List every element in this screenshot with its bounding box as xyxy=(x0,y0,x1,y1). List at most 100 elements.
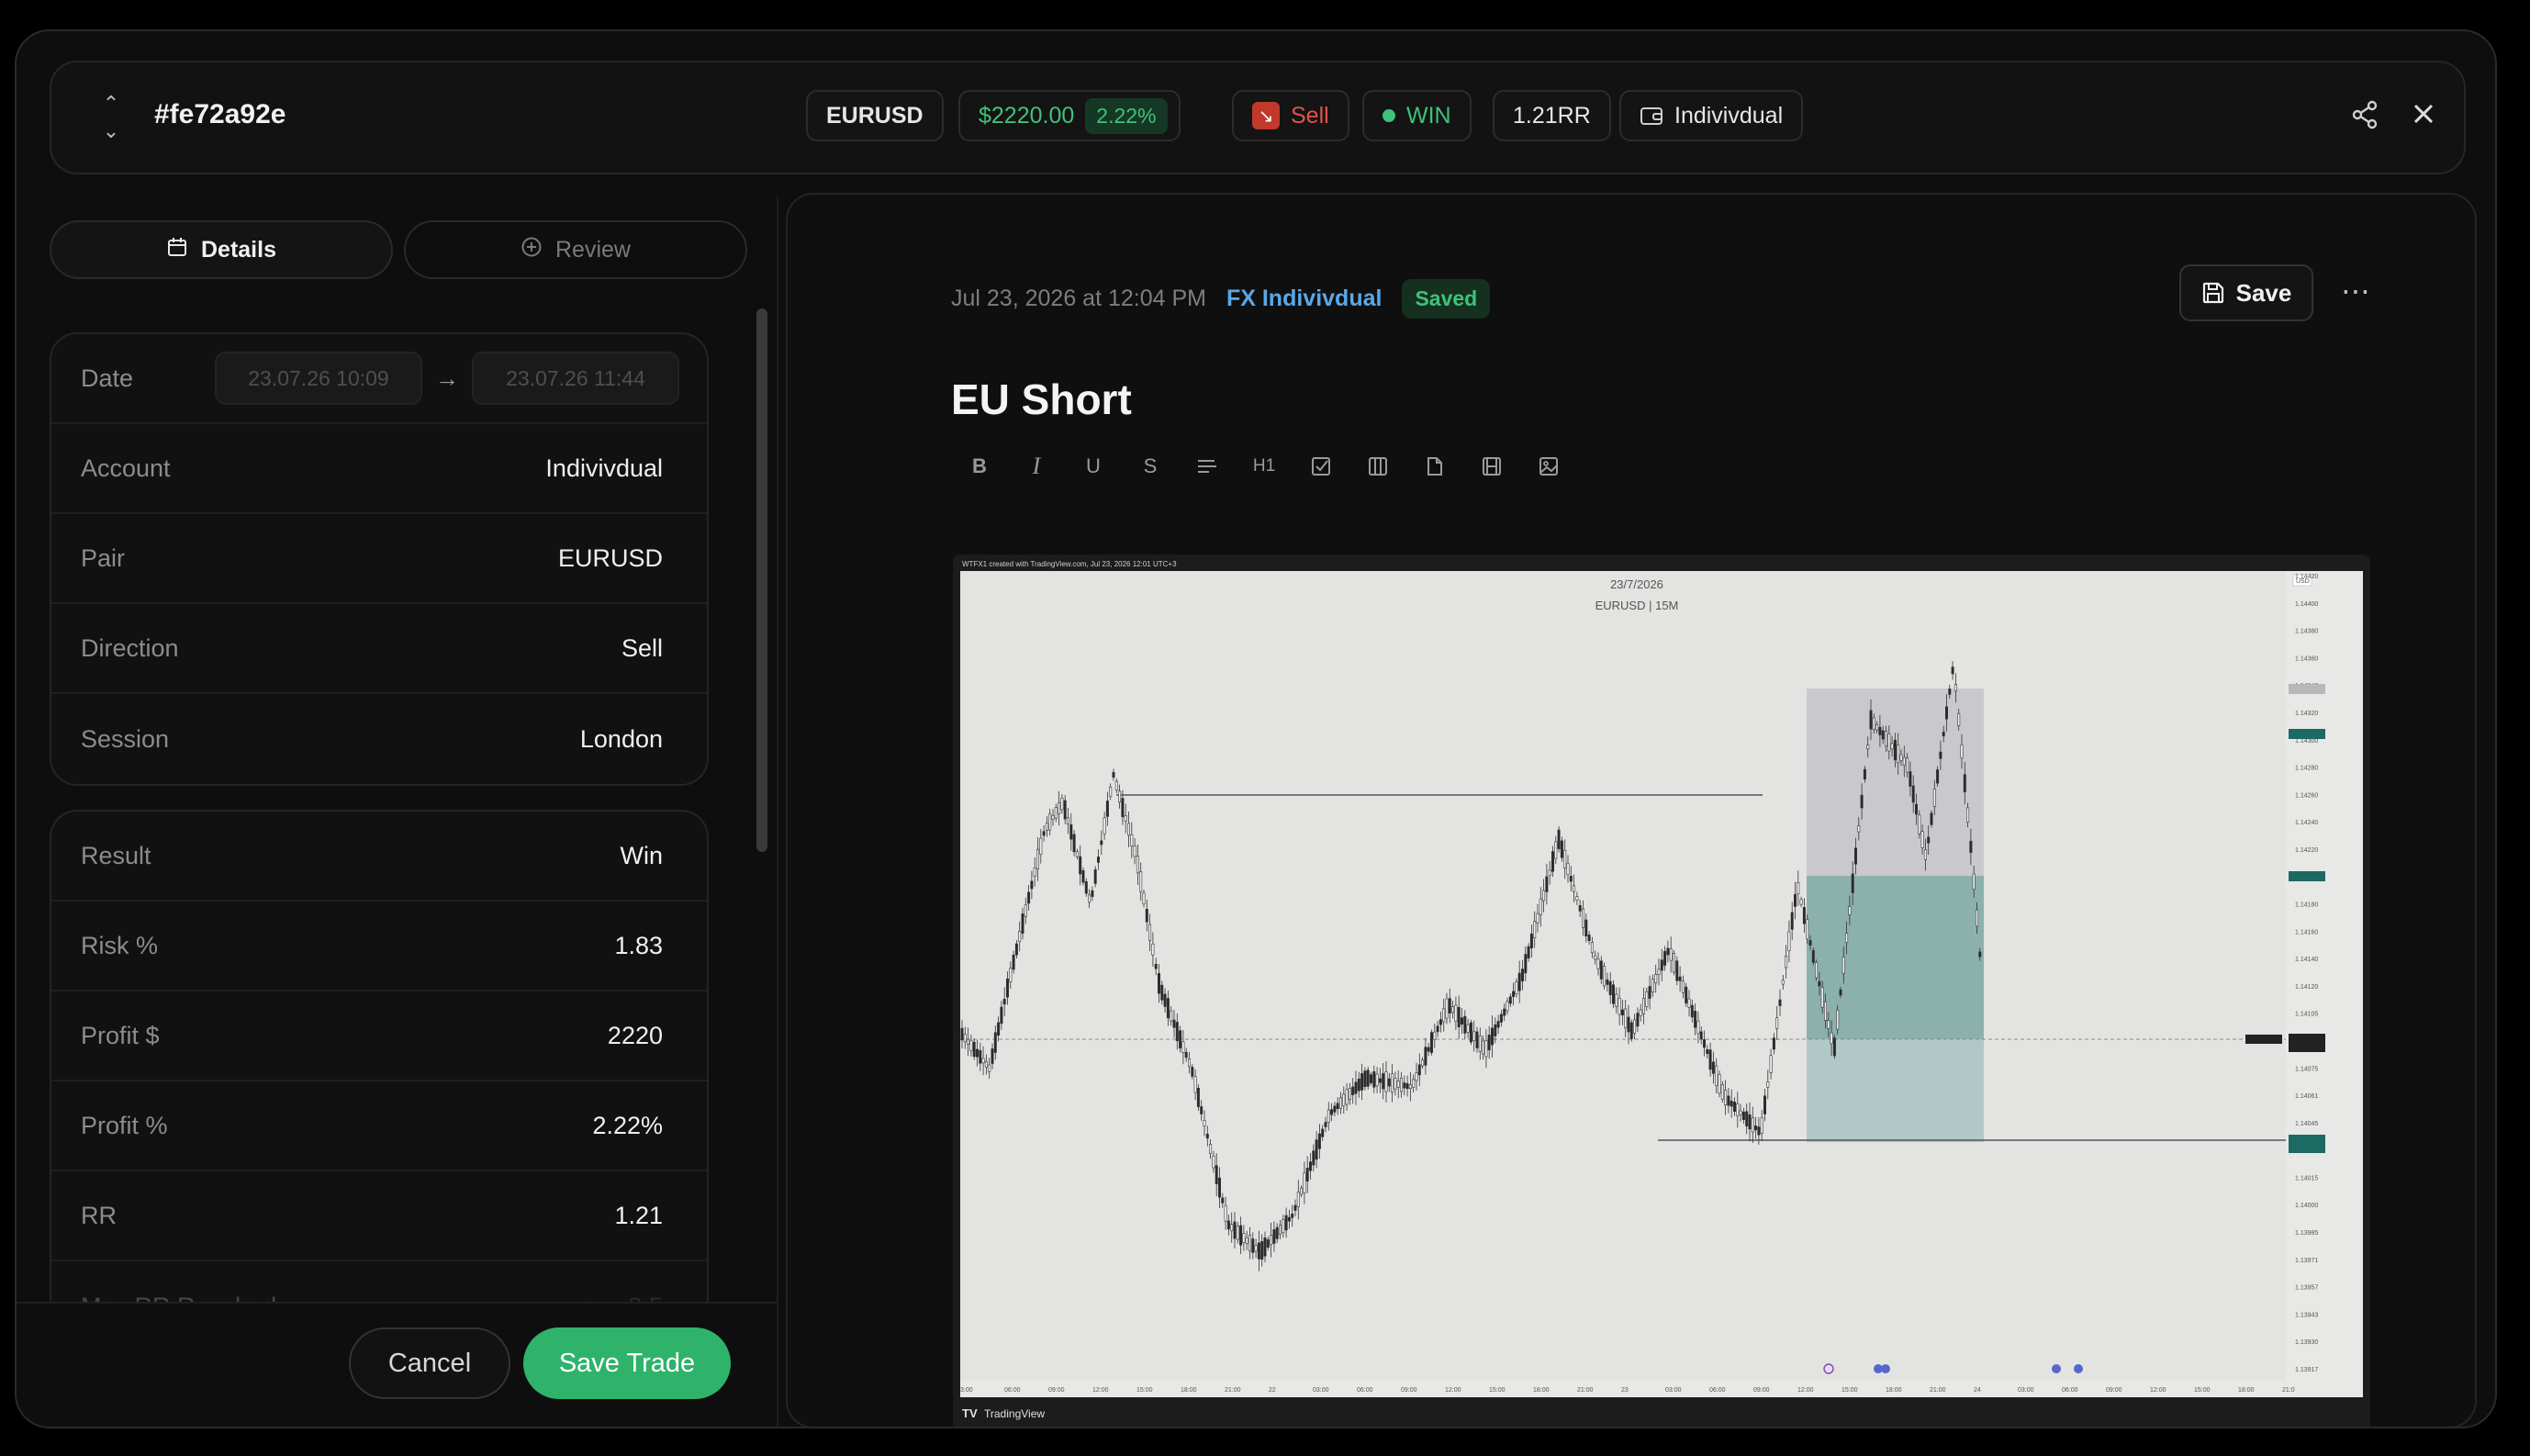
candle-body xyxy=(1130,834,1134,846)
candle-body xyxy=(1629,1022,1633,1039)
candle-body xyxy=(1002,999,1006,1005)
pair-chip: EURUSD xyxy=(806,90,944,141)
heading-icon[interactable]: H1 xyxy=(1236,448,1293,485)
candle-body xyxy=(1832,1037,1836,1057)
candle-body xyxy=(1760,1116,1763,1134)
candle-body xyxy=(1109,786,1113,798)
candle-body xyxy=(1939,751,1942,759)
candle-body xyxy=(1851,873,1854,893)
candle-body xyxy=(979,1049,982,1064)
chart-screenshot[interactable]: WTFX1 created with TradingView.com, Jul … xyxy=(953,554,2370,1427)
candle-body xyxy=(1548,869,1551,876)
candle-body xyxy=(1720,1084,1724,1100)
risk-row-label: Risk % xyxy=(81,931,159,959)
candle-body xyxy=(1226,1220,1230,1230)
file-icon[interactable] xyxy=(1406,448,1463,485)
candle-body xyxy=(1105,801,1109,817)
candle-body xyxy=(1058,802,1061,815)
candle-body xyxy=(1148,924,1152,941)
candle-body xyxy=(1978,951,1982,958)
price-tick-label: 1.14140 xyxy=(2295,957,2318,963)
candle-body xyxy=(1799,899,1803,905)
price-tick-label: 1.14061 xyxy=(2295,1093,2318,1100)
price-tick-label: 1.13957 xyxy=(2295,1285,2318,1292)
candle-body xyxy=(1932,789,1936,807)
candle-body xyxy=(963,1034,967,1043)
candle-body xyxy=(1039,837,1043,855)
risk-row[interactable]: Risk % 1.83 xyxy=(51,902,707,991)
rr-chip: 1.21RR xyxy=(1493,90,1611,141)
cancel-button[interactable]: Cancel xyxy=(349,1327,510,1399)
candle-body xyxy=(1797,882,1800,895)
candle-body xyxy=(1424,1047,1427,1066)
note-editor: Jul 23, 2026 at 12:04 PM FX Indivivdual … xyxy=(786,193,2477,1427)
rr-row[interactable]: RR 1.21 xyxy=(51,1171,707,1261)
candle-body xyxy=(1575,896,1579,902)
film-icon[interactable] xyxy=(1463,448,1520,485)
direction-row[interactable]: Direction Sell xyxy=(51,604,707,694)
candle-body xyxy=(1875,723,1879,731)
image-icon[interactable] xyxy=(1520,448,1577,485)
candle-body xyxy=(1769,1055,1773,1073)
profit-usd-row[interactable]: Profit $ 2220 xyxy=(51,991,707,1081)
candle-body xyxy=(1972,873,1976,890)
strikethrough-icon[interactable]: S xyxy=(1122,448,1179,485)
candle-body xyxy=(1699,1031,1703,1040)
candle-body xyxy=(1936,769,1940,784)
candle-body xyxy=(1330,1109,1334,1115)
candle-body xyxy=(1778,999,1782,1006)
price-tick-label: 1.14420 xyxy=(2295,574,2318,580)
candle-body xyxy=(1067,817,1070,824)
candle-body xyxy=(1741,1111,1745,1120)
candle-body xyxy=(1069,824,1073,840)
candle-body xyxy=(1351,1086,1355,1095)
candle-body xyxy=(1260,1240,1264,1260)
candle-body xyxy=(1387,1078,1391,1087)
underline-icon[interactable]: U xyxy=(1065,448,1122,485)
columns-icon[interactable] xyxy=(1349,448,1406,485)
checkbox-icon[interactable] xyxy=(1293,448,1349,485)
candle-body xyxy=(1354,1081,1358,1094)
pair-row[interactable]: Pair EURUSD xyxy=(51,514,707,604)
price-tick-label: 1.14000 xyxy=(2295,1203,2318,1209)
candle-body xyxy=(1466,1024,1470,1033)
save-note-button[interactable]: Save xyxy=(2179,264,2313,321)
pair-label: EURUSD xyxy=(826,102,924,129)
account-row[interactable]: Account Indivivdual xyxy=(51,424,707,514)
candle-body xyxy=(1045,823,1048,831)
direction-row-label: Direction xyxy=(81,633,179,662)
candle-body xyxy=(1103,817,1106,834)
close-icon[interactable] xyxy=(2405,99,2442,136)
italic-icon[interactable]: I xyxy=(1008,448,1065,485)
candle-body xyxy=(1802,907,1806,924)
candle-body xyxy=(1596,958,1600,969)
session-row[interactable]: Session London xyxy=(51,694,707,784)
candle-body xyxy=(1021,913,1024,934)
result-row[interactable]: Result Win xyxy=(51,812,707,902)
candle-body xyxy=(1205,1133,1209,1139)
time-tick-label: 12:00 xyxy=(1797,1387,1814,1394)
time-tick-label: 3:00 xyxy=(960,1387,973,1394)
align-icon[interactable] xyxy=(1179,448,1236,485)
price-tick-label: 1.13930 xyxy=(2295,1339,2318,1346)
date-to-input[interactable]: 23.07.26 11:44 xyxy=(472,352,679,405)
share-icon[interactable] xyxy=(2346,99,2383,136)
date-range: 23.07.26 10:09 → 23.07.26 11:44 xyxy=(215,352,679,405)
candle-body xyxy=(1727,1095,1730,1106)
candle-body xyxy=(984,1061,988,1068)
prev-next-icon[interactable]: ⌃ ⌄ xyxy=(97,90,125,149)
bold-icon[interactable]: B xyxy=(951,448,1008,485)
tab-review[interactable]: Review xyxy=(404,220,747,279)
details-scrollbar[interactable] xyxy=(756,308,767,852)
candle-body xyxy=(1454,1004,1458,1023)
save-trade-button[interactable]: Save Trade xyxy=(523,1327,731,1399)
date-from-input[interactable]: 23.07.26 10:09 xyxy=(215,352,422,405)
more-options-icon[interactable]: ⋯ xyxy=(2341,274,2372,308)
tab-details[interactable]: Details xyxy=(50,220,393,279)
note-title[interactable]: EU Short xyxy=(951,375,1132,424)
candle-body xyxy=(1757,1126,1761,1136)
candle-body xyxy=(1785,956,1788,969)
profit-pct-row[interactable]: Profit % 2.22% xyxy=(51,1081,707,1171)
note-account[interactable]: FX Indivivdual xyxy=(1226,286,1382,312)
candle-body xyxy=(1763,1095,1766,1114)
